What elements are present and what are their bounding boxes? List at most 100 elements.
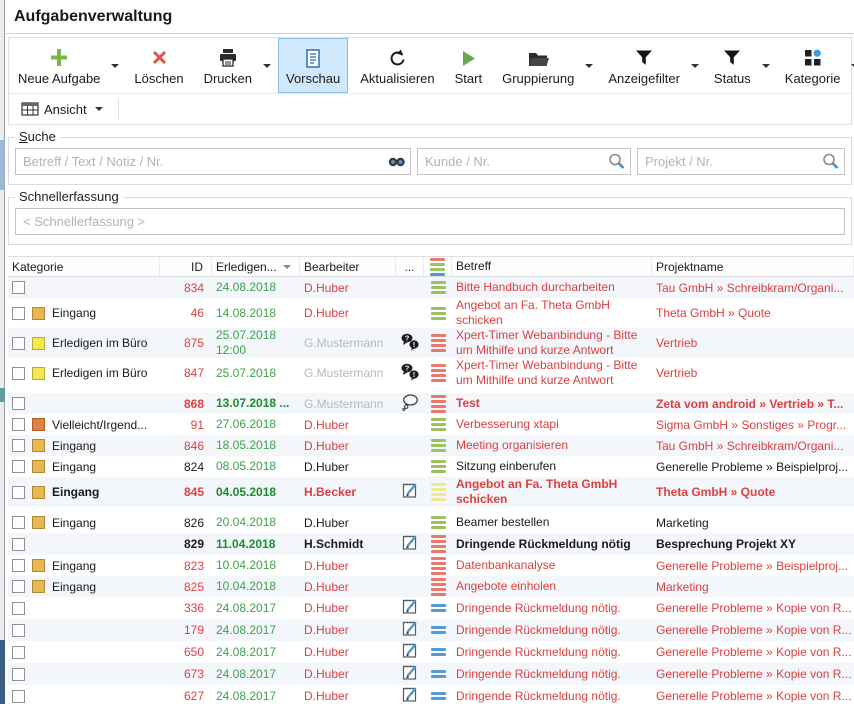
toolbar-button-kategorie[interactable]: Kategorie bbox=[777, 38, 849, 93]
search-group-label: Suche bbox=[15, 129, 60, 144]
task-row[interactable]: Eingang82510.04.2018D.HuberAngebote einh… bbox=[8, 576, 854, 597]
due-date: 24.08.2017 bbox=[216, 601, 276, 616]
column-header-[interactable]: ... bbox=[396, 257, 424, 276]
search-customer-input[interactable] bbox=[417, 148, 631, 175]
dropdown-arrow-icon[interactable] bbox=[95, 107, 103, 111]
category-label: Vielleicht/Irgend... bbox=[52, 418, 147, 432]
task-subject: Meeting organisieren bbox=[456, 438, 568, 453]
toolbar-button-loeschen[interactable]: Löschen bbox=[126, 38, 191, 93]
row-checkbox[interactable] bbox=[12, 646, 25, 659]
toolbar-button-label: Aktualisieren bbox=[360, 71, 434, 86]
project-name: Generelle Probleme » Kopie von R... bbox=[656, 689, 851, 703]
column-header-bearbeiter[interactable]: Bearbeiter bbox=[300, 257, 396, 276]
project-name: Generelle Probleme » Beispielproj... bbox=[656, 559, 848, 573]
assignee: H.Schmidt bbox=[304, 537, 363, 551]
row-checkbox[interactable] bbox=[12, 367, 25, 380]
row-checkbox[interactable] bbox=[12, 486, 25, 499]
row-checkbox[interactable] bbox=[12, 538, 25, 551]
dropdown-arrow-icon[interactable] bbox=[263, 64, 271, 68]
task-row[interactable]: Eingang82408.05.2018D.HuberSitzung einbe… bbox=[8, 456, 854, 477]
due-date: 25.07.201812:00 bbox=[216, 328, 276, 358]
task-row[interactable]: Eingang82620.04.2018D.HuberBeamer bestel… bbox=[8, 512, 854, 533]
toolbar-button-start[interactable]: Start bbox=[447, 38, 490, 93]
due-date: 24.08.2017 bbox=[216, 667, 276, 682]
due-date: 10.04.2018 bbox=[216, 579, 276, 594]
priority-red-icon bbox=[431, 363, 446, 383]
row-checkbox[interactable] bbox=[12, 307, 25, 320]
task-row[interactable]: 83424.08.2018D.HuberBitte Handbuch durch… bbox=[8, 277, 854, 298]
dropdown-arrow-icon[interactable] bbox=[691, 64, 699, 68]
toolbar-button-neue-aufgabe[interactable]: Neue Aufgabe bbox=[10, 38, 108, 93]
due-date: 25.07.2018 bbox=[216, 366, 276, 381]
row-checkbox[interactable] bbox=[12, 624, 25, 637]
project-name: Marketing bbox=[656, 516, 709, 530]
toolbar-button-anzeigefilter[interactable]: Anzeigefilter bbox=[600, 38, 688, 93]
assignee: D.Huber bbox=[304, 306, 349, 320]
task-row[interactable]: 65024.08.2017D.HuberDringende Rückmeldun… bbox=[8, 641, 854, 663]
row-checkbox[interactable] bbox=[12, 559, 25, 572]
due-date: 11.04.2018 bbox=[216, 537, 275, 552]
dropdown-arrow-icon[interactable] bbox=[111, 64, 119, 68]
assignee: D.Huber bbox=[304, 667, 349, 681]
toolbar-button-aktualisieren[interactable]: Aktualisieren bbox=[352, 38, 442, 93]
task-row[interactable]: 33624.08.2017D.HuberDringende Rückmeldun… bbox=[8, 597, 854, 619]
task-row[interactable]: Eingang84504.05.2018H.BeckerAngebot an F… bbox=[8, 477, 854, 507]
toolbar-button-gruppierung[interactable]: Gruppierung bbox=[494, 38, 582, 93]
column-header-kategorie[interactable]: Kategorie bbox=[8, 257, 160, 276]
search-subject-input[interactable] bbox=[15, 148, 411, 175]
task-row[interactable]: Vielleicht/Irgend...9127.06.2018D.HuberV… bbox=[8, 414, 854, 435]
row-checkbox[interactable] bbox=[12, 580, 25, 593]
column-header-id[interactable]: ID bbox=[160, 257, 212, 276]
filter-icon bbox=[634, 46, 654, 70]
dropdown-arrow-icon[interactable] bbox=[585, 64, 593, 68]
row-checkbox[interactable] bbox=[12, 460, 25, 473]
row-checkbox[interactable] bbox=[12, 516, 25, 529]
row-checkbox[interactable] bbox=[12, 397, 25, 410]
assignee: D.Huber bbox=[304, 689, 349, 703]
assignee: D.Huber bbox=[304, 439, 349, 453]
row-checkbox[interactable] bbox=[12, 668, 25, 681]
row-checkbox[interactable] bbox=[12, 418, 25, 431]
task-subject: Dringende Rückmeldung nötig bbox=[456, 537, 631, 552]
search-group: Suche bbox=[8, 137, 852, 185]
row-checkbox[interactable] bbox=[12, 281, 25, 294]
task-row[interactable]: 67324.08.2017D.HuberDringende Rückmeldun… bbox=[8, 663, 854, 685]
quick-entry-input[interactable] bbox=[15, 208, 845, 235]
toolbar-button-drucken[interactable]: Drucken bbox=[196, 38, 260, 93]
toolbar-button-status[interactable]: Status bbox=[706, 38, 759, 93]
toolbar-button-ansicht[interactable]: Ansicht bbox=[13, 94, 114, 124]
column-header-erledigen[interactable]: Erledigen... bbox=[212, 257, 300, 276]
task-table-body: 83424.08.2018D.HuberBitte Handbuch durch… bbox=[8, 277, 854, 704]
task-row[interactable]: Erledigen im Büro87525.07.201812:00G.Mus… bbox=[8, 328, 854, 358]
priority-green-icon bbox=[431, 280, 446, 295]
assignee: D.Huber bbox=[304, 516, 349, 530]
speech-balloons-icon: ?! bbox=[400, 363, 420, 384]
task-row[interactable]: 62724.08.2017D.HuberDringende Rückmeldun… bbox=[8, 685, 854, 704]
due-date: 24.08.2017 bbox=[216, 645, 276, 660]
search-project-input[interactable] bbox=[637, 148, 845, 175]
category-color-swatch bbox=[32, 337, 45, 350]
column-header-priority[interactable] bbox=[424, 257, 452, 276]
magnifier-icon[interactable] bbox=[607, 152, 626, 171]
task-row[interactable]: 82911.04.2018H.SchmidtDringende Rückmeld… bbox=[8, 533, 854, 555]
task-row[interactable]: 86813.07.2018 ...G.MustermannTestZeta vo… bbox=[8, 393, 854, 414]
row-checkbox[interactable] bbox=[12, 602, 25, 615]
toolbar-button-label: Drucken bbox=[204, 71, 252, 86]
dropdown-arrow-icon[interactable] bbox=[762, 64, 770, 68]
row-checkbox[interactable] bbox=[12, 690, 25, 703]
column-header-projektname[interactable]: Projektname bbox=[652, 257, 854, 276]
binoculars-icon[interactable] bbox=[387, 152, 406, 171]
magnifier-icon[interactable] bbox=[821, 152, 840, 171]
column-header-betreff[interactable]: Betreff bbox=[452, 257, 652, 276]
task-subject: Test bbox=[456, 396, 480, 411]
row-checkbox[interactable] bbox=[12, 439, 25, 452]
task-row[interactable]: Eingang82310.04.2018D.HuberDatenbankanal… bbox=[8, 555, 854, 576]
task-row[interactable]: Erledigen im Büro84725.07.2018G.Musterma… bbox=[8, 358, 854, 388]
task-row[interactable]: Eingang84618.05.2018D.HuberMeeting organ… bbox=[8, 435, 854, 456]
sort-desc-icon bbox=[283, 265, 291, 269]
row-checkbox[interactable] bbox=[12, 337, 25, 350]
task-row[interactable]: Eingang4614.08.2018D.HuberAngebot an Fa.… bbox=[8, 298, 854, 328]
task-row[interactable]: 17924.08.2017D.HuberDringende Rückmeldun… bbox=[8, 619, 854, 641]
toolbar-button-vorschau[interactable]: Vorschau bbox=[278, 38, 348, 93]
priority-red-icon bbox=[431, 577, 446, 597]
